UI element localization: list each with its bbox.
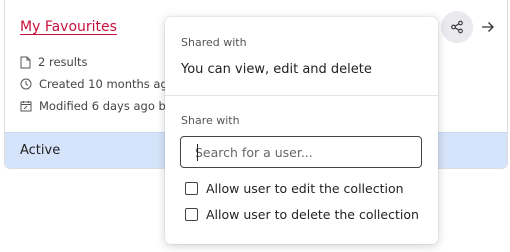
share-icon — [451, 20, 463, 34]
results-count-text: 2 results — [38, 55, 88, 69]
allow-edit-label: Allow user to edit the collection — [206, 181, 404, 196]
allow-edit-option[interactable]: Allow user to edit the collection — [185, 181, 404, 196]
clock-icon — [20, 78, 32, 90]
permissions-text: You can view, edit and delete — [181, 62, 372, 77]
arrow-right-icon — [482, 22, 494, 32]
allow-delete-label: Allow user to delete the collection — [206, 207, 419, 222]
allow-delete-option[interactable]: Allow user to delete the collection — [185, 207, 419, 222]
modified-info: Modified 6 days ago by e — [20, 99, 183, 113]
created-info: Created 10 months ago — [20, 77, 175, 91]
open-collection-button[interactable] — [478, 16, 498, 38]
share-button[interactable] — [441, 11, 473, 43]
document-icon — [20, 56, 31, 68]
share-popover: Shared with You can view, edit and delet… — [165, 17, 438, 244]
calendar-edit-icon — [20, 101, 32, 112]
created-text: Created 10 months ago — [39, 77, 175, 91]
share-with-label: Share with — [181, 114, 240, 127]
results-count: 2 results — [20, 55, 88, 69]
allow-delete-checkbox[interactable] — [185, 208, 198, 221]
collection-title-link[interactable]: My Favourites — [20, 19, 117, 35]
divider — [165, 95, 438, 96]
allow-edit-checkbox[interactable] — [185, 182, 198, 195]
modified-text: Modified 6 days ago by e — [39, 99, 184, 113]
status-text: Active — [20, 143, 61, 158]
shared-with-label: Shared with — [181, 36, 247, 49]
text-caret — [197, 144, 198, 161]
user-search-input[interactable] — [180, 136, 422, 168]
